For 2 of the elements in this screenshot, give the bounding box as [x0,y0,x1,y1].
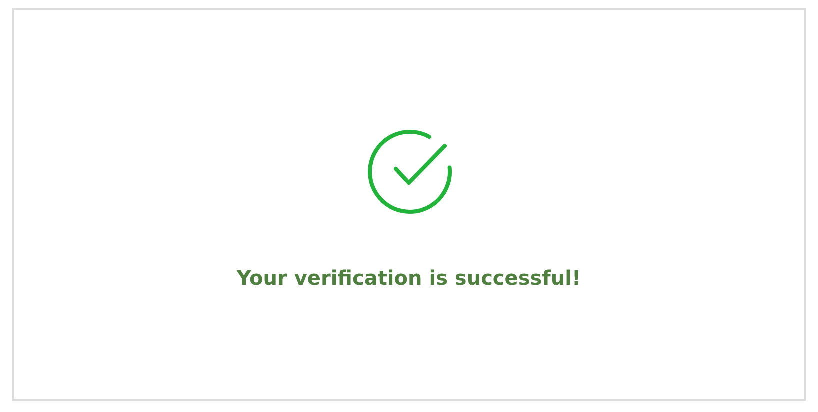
check-circle-icon [366,128,454,216]
success-message: Your verification is successful! [236,266,582,290]
